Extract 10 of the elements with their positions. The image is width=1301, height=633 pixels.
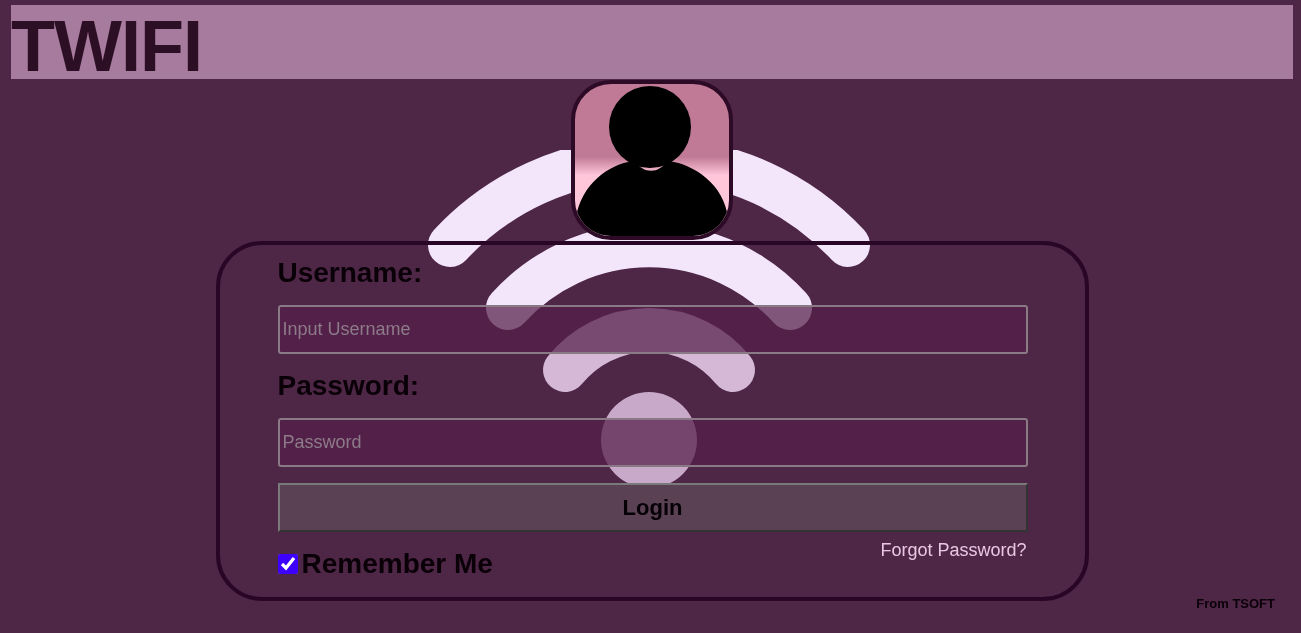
- app-title: TWIFI: [11, 5, 202, 87]
- forgot-password-link[interactable]: Forgot Password?: [880, 540, 1027, 561]
- field-label: Username:: [277, 257, 423, 289]
- user-avatar-icon: [575, 84, 729, 236]
- remember-label: Remember Me: [301, 548, 493, 580]
- remember-checkbox[interactable]: [277, 554, 298, 574]
- input-field[interactable]: Password: [277, 418, 1028, 467]
- field-label: Password:: [277, 370, 420, 402]
- input-field[interactable]: Input Username: [277, 305, 1028, 354]
- credit-text: From TSOFT: [1196, 596, 1275, 611]
